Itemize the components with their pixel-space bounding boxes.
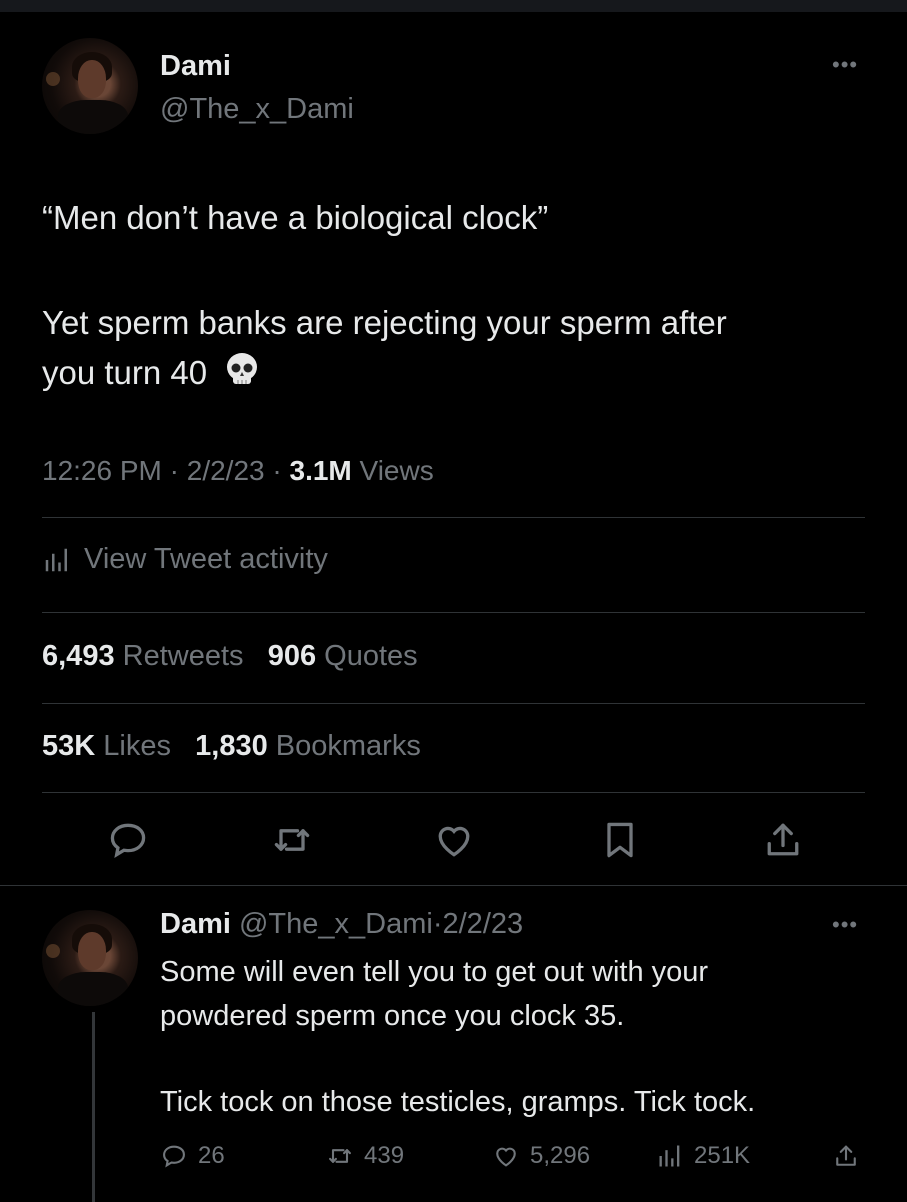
- top-bar: [0, 0, 907, 12]
- reply-retweet-button[interactable]: 439: [326, 1142, 404, 1170]
- quotes-stat[interactable]: 906 Quotes: [268, 640, 418, 672]
- bookmarks-label: Bookmarks: [275, 730, 421, 762]
- divider: [42, 792, 865, 793]
- bookmark-icon[interactable]: [598, 818, 642, 862]
- retweet-quote-stats: 6,493 Retweets 906 Quotes: [42, 640, 418, 673]
- analytics-icon: [659, 1145, 680, 1167]
- share-icon: [836, 1145, 856, 1166]
- views-count: 3.1M: [289, 455, 352, 486]
- reply-header: Dami @The_x_Dami·2/2/23: [160, 908, 523, 941]
- reply-views-button[interactable]: 251K: [656, 1142, 750, 1170]
- tweet-separator: [0, 885, 907, 886]
- retweet-icon[interactable]: [270, 818, 314, 862]
- like-icon[interactable]: [432, 818, 476, 862]
- retweets-label: Retweets: [122, 640, 244, 672]
- reply-date[interactable]: 2/2/23: [443, 908, 524, 940]
- reply-count: 26: [198, 1142, 225, 1169]
- reply-icon: [163, 1145, 185, 1168]
- reply-author-avatar[interactable]: [42, 910, 138, 1006]
- skull-emoji-icon: [227, 353, 258, 384]
- reply-reply-button[interactable]: 26: [160, 1142, 225, 1170]
- analytics-icon: [45, 548, 67, 571]
- retweet-count: 439: [364, 1142, 405, 1169]
- like-bookmark-stats: 53K Likes 1,830 Bookmarks: [42, 730, 421, 763]
- reply-text-line3: Tick tock on those testicles, gramps. Ti…: [160, 1086, 756, 1118]
- bookmarks-stat[interactable]: 1,830 Bookmarks: [195, 730, 421, 762]
- reply-icon[interactable]: [106, 818, 150, 862]
- like-icon: [496, 1147, 516, 1167]
- tweet-time[interactable]: 12:26 PM: [42, 455, 162, 486]
- divider: [42, 703, 865, 704]
- more-horizontal-icon[interactable]: •••: [832, 52, 858, 78]
- reply-author-handle[interactable]: @The_x_Dami: [239, 908, 433, 940]
- tweet-meta: 12:26 PM · 2/2/23 · 3.1M Views: [42, 455, 434, 487]
- retweets-stat[interactable]: 6,493 Retweets: [42, 640, 244, 672]
- tweet-text-line3: you turn 40: [42, 348, 262, 398]
- tweet-text-line3-content: you turn 40: [42, 354, 208, 391]
- retweet-icon: [329, 1149, 351, 1163]
- author-handle[interactable]: @The_x_Dami: [160, 93, 354, 126]
- reply-text-line2: powdered sperm once you clock 35.: [160, 1000, 625, 1032]
- likes-count: 53K: [42, 730, 96, 762]
- views-count: 251K: [694, 1142, 751, 1169]
- view-activity-link[interactable]: View Tweet activity: [42, 543, 328, 576]
- views-label: Views: [359, 455, 434, 486]
- bookmarks-count: 1,830: [195, 730, 268, 762]
- reply-text-line1: Some will even tell you to get out with …: [160, 956, 709, 988]
- tweet-text-line2: Yet sperm banks are rejecting your sperm…: [42, 304, 727, 341]
- thread-line: [92, 1012, 95, 1202]
- divider: [42, 612, 865, 613]
- tweet-date[interactable]: 2/2/23: [187, 455, 265, 486]
- reply-separator: ·: [432, 908, 443, 940]
- retweets-count: 6,493: [42, 640, 115, 672]
- reply-author-name[interactable]: Dami: [160, 908, 231, 940]
- quotes-label: Quotes: [324, 640, 418, 672]
- likes-label: Likes: [103, 730, 171, 762]
- activity-label: View Tweet activity: [84, 543, 328, 575]
- reply-more-icon[interactable]: •••: [832, 912, 858, 938]
- meta-separator: ·: [272, 455, 290, 486]
- likes-stat[interactable]: 53K Likes: [42, 730, 171, 762]
- author-avatar[interactable]: [42, 38, 138, 134]
- like-count: 5,296: [530, 1142, 591, 1169]
- quotes-count: 906: [267, 640, 317, 672]
- tweet-text-line1: “Men don’t have a biological clock”: [42, 199, 549, 236]
- meta-separator: ·: [169, 455, 187, 486]
- reply-share-button[interactable]: [832, 1142, 860, 1170]
- author-name[interactable]: Dami: [160, 50, 231, 83]
- reply-like-button[interactable]: 5,296: [492, 1142, 590, 1170]
- divider: [42, 517, 865, 518]
- share-icon[interactable]: [761, 818, 805, 862]
